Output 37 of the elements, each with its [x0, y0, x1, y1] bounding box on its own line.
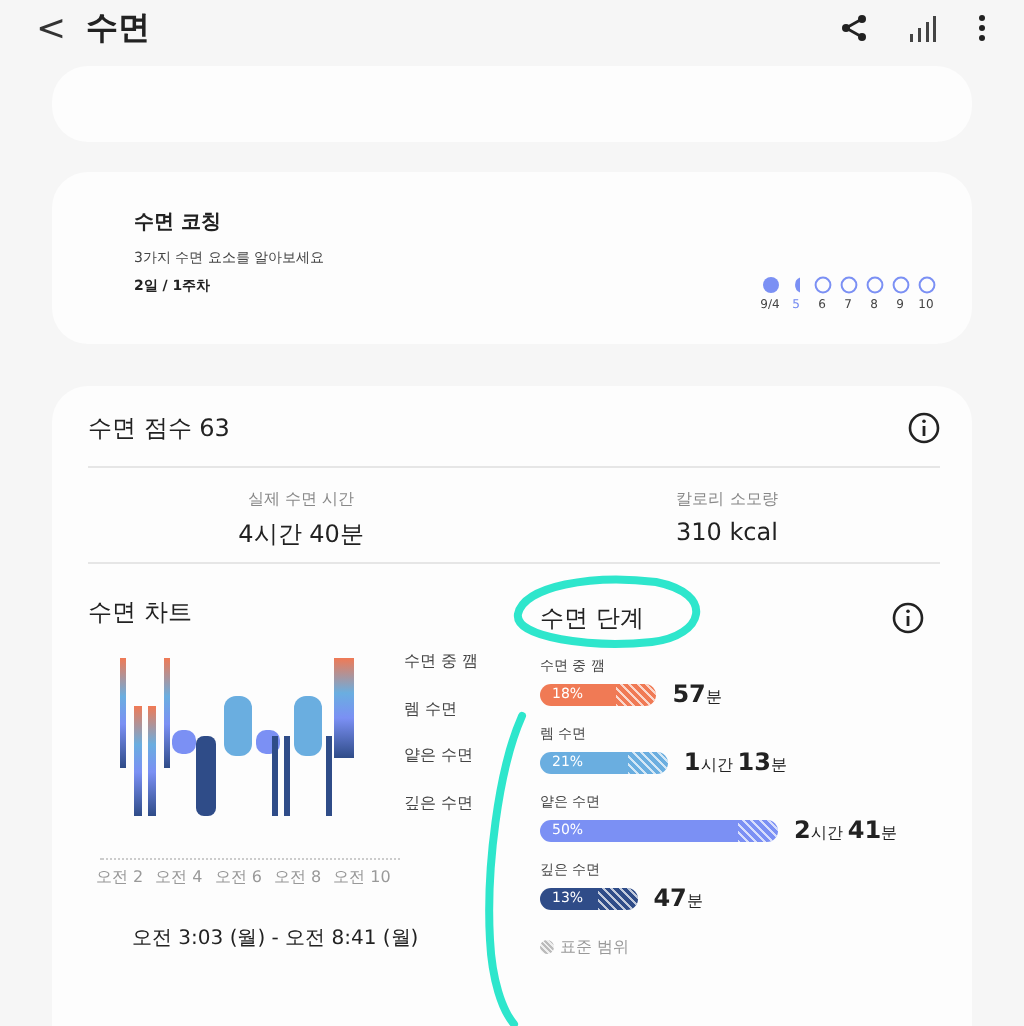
stage-duration: 57분	[672, 680, 722, 708]
stat-value: 4시간 40분	[238, 518, 364, 552]
page-title: 수면	[86, 7, 151, 49]
bar-chart-icon[interactable]	[908, 14, 936, 42]
info-icon[interactable]	[892, 602, 924, 634]
stage-axis-label: 렘 수면	[404, 697, 460, 720]
stat-label: 칼로리 소모량	[676, 488, 778, 510]
hatch-swatch-icon	[540, 940, 554, 954]
stage-duration: 1시간 13분	[683, 748, 787, 776]
share-icon[interactable]	[840, 14, 868, 42]
empty-circle-icon	[839, 276, 857, 294]
stages-title: 수면 단계	[540, 601, 644, 635]
info-icon[interactable]	[908, 412, 940, 444]
time-tick-label: 오전 10	[333, 866, 391, 888]
stage-duration: 2시간 41분	[794, 816, 898, 844]
stage-axis-label: 깊은 수면	[404, 791, 476, 814]
time-tick-label: 오전 8	[273, 866, 322, 888]
legend-label: 표준 범위	[560, 936, 630, 958]
time-tick-label: 오전 4	[155, 866, 203, 888]
score-title: 수면 점수 63	[88, 411, 230, 445]
stage-duration: 47분	[653, 884, 703, 912]
time-tick-label: 오전 6	[214, 866, 262, 888]
sleep-time-range: 오전 3:03 (월) - 오전 8:41 (월)	[130, 926, 421, 952]
empty-circle-icon	[813, 276, 831, 294]
time-tick-label: 오전 2	[96, 866, 144, 888]
stage-axis-label: 얕은 수면	[404, 744, 476, 767]
more-icon[interactable]	[976, 14, 988, 42]
filled-dot-icon	[761, 276, 779, 294]
stat-value: 310 kcal	[676, 518, 778, 546]
stage-axis-label: 수면 중 깸	[404, 650, 479, 672]
empty-circle-icon	[891, 276, 909, 294]
empty-circle-icon	[865, 276, 883, 294]
empty-circle-icon	[917, 276, 935, 294]
stat-label: 실제 수면 시간	[247, 488, 355, 510]
coaching-title: 수면 코칭	[134, 210, 223, 236]
chart-title: 수면 차트	[88, 596, 194, 630]
back-button[interactable]: <	[36, 7, 67, 49]
